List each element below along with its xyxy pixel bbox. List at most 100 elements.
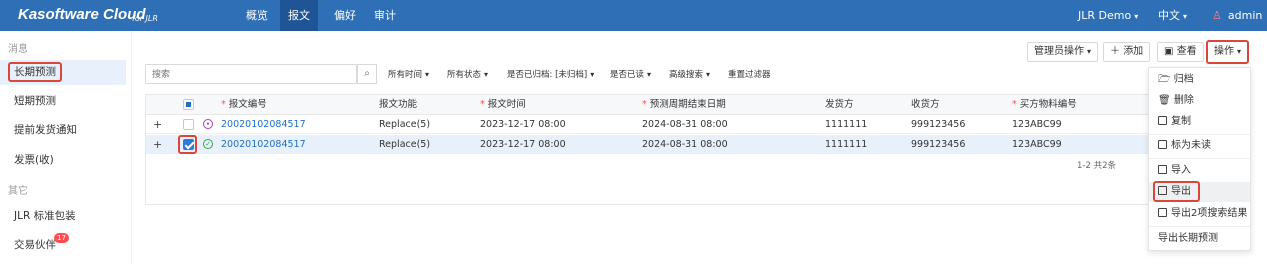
col-receiver[interactable]: 收货方 [911,95,940,115]
cell-receiver: 999123456 [911,119,966,130]
filter-advanced[interactable]: 高级搜索 ▾ [669,68,710,80]
table-row[interactable]: + ✓ 20020102084517 Replace(5) 2023-12-17… [146,135,1152,154]
import-icon [1158,165,1167,174]
cell-function: Replace(5) [379,139,431,150]
cell-sender: 1111111 [825,119,868,130]
user-menu[interactable]: ♙ admin [1212,0,1262,31]
cell-end: 2024-08-31 08:00 [642,119,728,130]
menu-divider [1149,134,1250,135]
cell-receiver: 999123456 [911,139,966,150]
required-mark: * [221,99,226,110]
filter-archived[interactable]: 是否已归档: [未归档] ▾ [507,68,594,80]
export-highlight [1153,181,1200,202]
table-row[interactable]: + • 20020102084517 Replace(5) 2023-12-17… [146,115,1152,134]
actions-button[interactable]: 操作 ▾ [1206,40,1250,64]
message-id-link[interactable]: 20020102084517 [221,135,306,154]
menu-item-export-search-results[interactable]: 导出2项搜索结果 [1149,204,1250,224]
col-label: 买方物料编号 [1019,99,1077,110]
user-name: admin [1227,9,1263,22]
col-function[interactable]: 报文功能 [379,95,417,115]
reset-filters-link[interactable]: 重置过滤器 [728,68,771,80]
cell-sender: 1111111 [825,139,868,150]
org-label: JLR Demo [1078,9,1132,22]
sidebar-item-label: JLR 标准包装 [14,210,76,222]
sidebar-item-label: 交易伙伴 [14,239,56,251]
sidebar-item-standard-packaging[interactable]: JLR 标准包装 [0,204,126,229]
search-input[interactable] [146,65,336,83]
admin-ops-label: 管理员操作 [1034,46,1084,57]
cell-time: 2023-12-17 08:00 [480,139,566,150]
notification-badge: 17 [54,233,69,243]
table-header: * 报文编号 报文功能 * 报文时间 * 预测周期结束日期 发货方 收货方 * 买方物料… [146,95,1152,115]
add-label: 添加 [1123,46,1144,57]
col-sender[interactable]: 发货方 [825,95,854,115]
top-navbar: Kasoftware Cloud for JLR 概览 报文 偏好 审计 JLR… [0,0,1267,31]
messages-table: * 报文编号 报文功能 * 报文时间 * 预测周期结束日期 发货方 收货方 * 买方物料… [145,94,1153,205]
filter-time[interactable]: 所有时间 ▾ [388,68,429,80]
cell-time: 2023-12-17 08:00 [480,119,566,130]
filter-advanced-label: 高级搜索 [669,70,704,80]
sidebar-item-asn[interactable]: 提前发货通知 [0,118,126,143]
menu-item-label: 导入 [1171,165,1191,176]
search-field[interactable] [145,64,357,84]
view-label: 查看 [1176,46,1197,57]
admin-ops-button[interactable]: 管理员操作 ▾ [1027,42,1099,62]
trash-icon: 🗑 [1158,95,1174,106]
chevron-down-icon: ▾ [425,70,430,79]
sidebar-item-long-term-forecast[interactable]: 长期预测 [0,60,126,85]
expand-icon[interactable]: + [153,115,162,134]
menu-item-delete[interactable]: 🗑 删除 [1149,91,1250,111]
menu-item-copy[interactable]: 复制 [1149,112,1250,132]
nav-messages[interactable]: 报文 [280,0,318,31]
main-content: 管理员操作▾ ＋ 添加 ▣ 查看 操作▾ ⌕ 所有时间▾ 所有状态▾ 是否已归档… [133,31,1267,264]
status-ok-icon: ✓ [203,139,213,149]
col-label: 报文时间 [487,99,526,110]
filter-read[interactable]: 是否已读 ▾ [610,68,651,80]
col-message-time[interactable]: * 报文时间 [480,95,526,115]
sidebar-section-messages: 消息 [8,44,28,55]
row-checkbox[interactable] [183,119,194,130]
select-all-checkbox[interactable] [183,99,194,110]
menu-item-export-long-term-forecast[interactable]: 导出长期预测 [1149,229,1250,249]
language-switcher[interactable]: 中文 ▾ [1158,0,1187,31]
filter-archived-label: 是否已归档: [未归档] [507,70,588,80]
brand-logo[interactable]: Kasoftware Cloud [18,6,146,23]
menu-divider [1149,158,1250,159]
view-button[interactable]: ▣ 查看 [1157,42,1204,62]
menu-item-import[interactable]: 导入 [1149,161,1250,181]
sidebar-item-trading-partners[interactable]: 交易伙伴17 [0,233,126,258]
col-message-id[interactable]: * 报文编号 [221,95,267,115]
sidebar-item-invoice[interactable]: 发票(收) [0,148,126,173]
nav-preferences[interactable]: 偏好 [326,0,364,31]
col-forecast-end[interactable]: * 预测周期结束日期 [642,95,726,115]
brand-subtitle: for JLR [132,14,158,23]
filter-status[interactable]: 所有状态 ▾ [447,68,488,80]
col-part-number[interactable]: * 买方物料编号 [1012,95,1077,115]
chevron-down-icon: ▾ [647,70,652,79]
filter-read-label: 是否已读 [610,70,645,80]
message-id-link[interactable]: 20020102084517 [221,115,306,134]
add-button[interactable]: ＋ 添加 [1103,42,1151,62]
menu-item-label: 删除 [1173,95,1194,106]
menu-item-mark-unread[interactable]: 标为未读 [1149,136,1250,156]
chevron-down-icon: ▾ [484,70,489,79]
sidebar: 消息 长期预测 短期预测 提前发货通知 发票(收) 其它 JLR 标准包装 交易… [0,31,132,264]
plus-icon: ＋ [1110,46,1124,57]
required-mark: * [480,99,485,110]
menu-item-label: 归档 [1173,74,1194,85]
org-switcher[interactable]: JLR Demo ▾ [1078,0,1138,31]
menu-item-label: 导出2项搜索结果 [1171,208,1248,219]
chevron-down-icon: ▾ [1183,12,1188,21]
menu-item-label: 标为未读 [1171,140,1211,151]
search-icon[interactable]: ⌕ [357,64,377,84]
menu-item-archive[interactable]: 🗁 归档 [1149,70,1250,90]
col-label: 预测周期结束日期 [649,99,726,110]
sidebar-item-short-term-forecast[interactable]: 短期预测 [0,89,126,114]
row-checkbox[interactable] [183,139,194,150]
required-mark: * [642,99,647,110]
expand-icon[interactable]: + [153,135,162,154]
cell-end: 2024-08-31 08:00 [642,139,728,150]
cell-function: Replace(5) [379,119,431,130]
nav-audit[interactable]: 审计 [366,0,404,31]
nav-overview[interactable]: 概览 [238,0,276,31]
